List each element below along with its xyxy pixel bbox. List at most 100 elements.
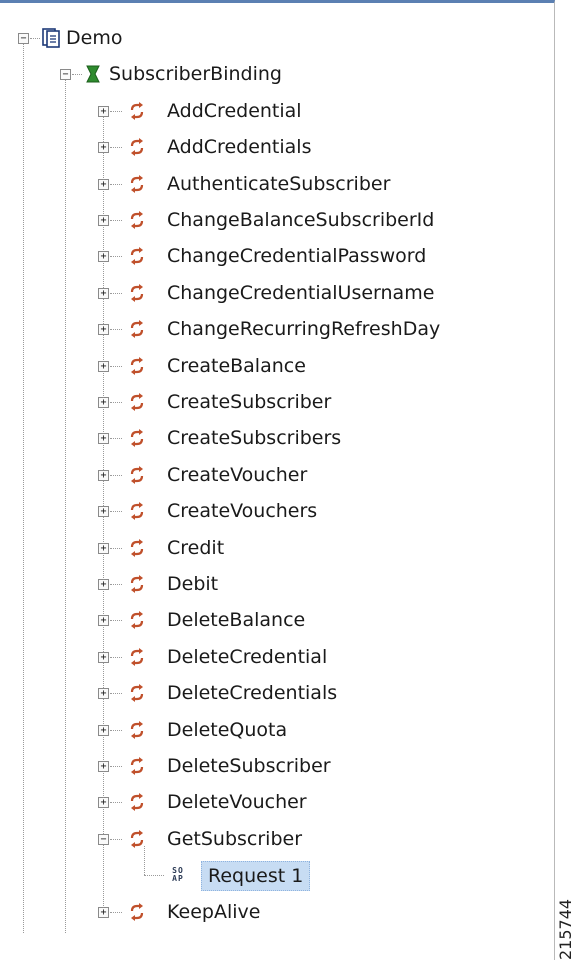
expand-toggle[interactable]: + [98,797,109,808]
tree-branch-line [110,730,122,731]
tree-branch-line [110,147,122,148]
tree-node-label: CreateBalance [167,355,306,377]
expand-toggle[interactable]: + [98,652,109,663]
tree-node-operation[interactable]: + CreateSubscribers [0,423,500,453]
tree-branch-line [110,366,122,367]
tree-branch-line [110,620,122,621]
tree-node-label: DeleteQuota [167,719,288,741]
tree-branch-line [110,293,122,294]
tree-node-label: ChangeCredentialUsername [167,282,435,304]
tree-node-operation[interactable]: + AuthenticateSubscriber [0,169,500,199]
collapse-toggle[interactable]: − [60,69,71,80]
tree-branch-line [110,475,122,476]
tree-node-request[interactable]: SO AP Request 1 [0,846,360,891]
expand-toggle[interactable]: + [98,543,109,554]
operation-arrows-icon [130,138,144,156]
tree-branch-line [110,657,122,658]
expand-toggle[interactable]: + [98,506,109,517]
tree-node-label: CreateVoucher [167,464,308,486]
collapse-toggle[interactable]: − [18,33,29,44]
tree-node-operation[interactable]: − GetSubscriber [0,824,500,854]
operation-arrows-icon [130,684,144,702]
operation-arrows-icon [130,793,144,811]
tree-node-operation[interactable]: + DeleteCredentials [0,678,500,708]
soapui-navigator-tree[interactable]: − Demo − SubscriberBinding + AddCredential + Ad… [0,0,555,960]
expand-toggle[interactable]: + [98,470,109,481]
operation-arrows-icon [130,320,144,338]
tree-node-label: ChangeCredentialPassword [167,245,427,267]
expand-toggle[interactable]: + [98,725,109,736]
tree-node-label: AddCredential [167,100,302,122]
operation-arrows-icon [130,611,144,629]
tree-branch-line [110,802,122,803]
tree-node-label: AddCredentials [167,136,312,158]
tree-node-label: Credit [167,537,225,559]
tree-node-label: ChangeBalanceSubscriberId [167,209,435,231]
tree-branch-line [110,912,122,913]
expand-toggle[interactable]: + [98,106,109,117]
collapse-toggle[interactable]: − [98,834,109,845]
tree-branch-line [144,875,164,876]
tree-node-operation[interactable]: + ChangeBalanceSubscriberId [0,205,500,235]
expand-toggle[interactable]: + [98,907,109,918]
tree-node-operation[interactable]: + DeleteQuota [0,715,500,745]
tree-node-operation[interactable]: + CreateVoucher [0,460,500,490]
operation-arrows-icon [130,466,144,484]
operation-arrows-icon [130,175,144,193]
tree-node-operation[interactable]: + AddCredentials [0,132,500,162]
tree-node-operation[interactable]: + ChangeRecurringRefreshDay [0,314,500,344]
expand-toggle[interactable]: + [98,579,109,590]
tree-node-operation[interactable]: + CreateVouchers [0,496,500,526]
tree-node-operation[interactable]: + ChangeCredentialUsername [0,278,500,308]
expand-toggle[interactable]: + [98,433,109,444]
tree-node-operation[interactable]: + ChangeCredentialPassword [0,241,500,271]
project-icon [42,28,60,48]
expand-toggle[interactable]: + [98,397,109,408]
tree-node-label: CreateVouchers [167,500,318,522]
tree-branch-line [110,220,122,221]
tree-node-label: AuthenticateSubscriber [167,173,391,195]
expand-toggle[interactable]: + [98,761,109,772]
tree-node-label: DeleteSubscriber [167,755,331,777]
tree-node-operation[interactable]: + CreateBalance [0,351,500,381]
tree-branch-line [110,548,122,549]
tree-branch-line [110,584,122,585]
tree-node-label: GetSubscriber [167,828,303,850]
tree-node-operation[interactable]: + Credit [0,533,500,563]
soap-icon-text-bottom: AP [172,874,184,883]
tree-node-project[interactable]: − Demo [0,23,300,53]
expand-toggle[interactable]: + [98,215,109,226]
operation-arrows-icon [130,429,144,447]
operation-arrows-icon [130,648,144,666]
tree-node-operation[interactable]: + AddCredential [0,96,500,126]
expand-toggle[interactable]: + [98,324,109,335]
tree-node-label: DeleteCredential [167,646,328,668]
tree-node-operation[interactable]: + Debit [0,569,500,599]
tree-node-label: ChangeRecurringRefreshDay [167,318,441,340]
tree-branch-line [110,511,122,512]
expand-toggle[interactable]: + [98,361,109,372]
tree-node-label: KeepAlive [167,901,261,923]
tree-node-operation[interactable]: + CreateSubscriber [0,387,500,417]
tree-node-interface[interactable]: − SubscriberBinding [0,59,380,89]
operation-arrows-icon [130,102,144,120]
tree-node-operation[interactable]: + DeleteBalance [0,605,500,635]
tree-node-operation[interactable]: + KeepAlive [0,897,400,927]
tree-branch-line [110,329,122,330]
expand-toggle[interactable]: + [98,142,109,153]
operation-arrows-icon [130,757,144,775]
tree-node-operation[interactable]: + DeleteCredential [0,642,500,672]
tree-node-label: CreateSubscriber [167,391,332,413]
tree-node-operation[interactable]: + DeleteVoucher [0,787,500,817]
tree-branch-line [72,74,82,75]
operation-arrows-icon [130,247,144,265]
expand-toggle[interactable]: + [98,251,109,262]
expand-toggle[interactable]: + [98,179,109,190]
expand-toggle[interactable]: + [98,688,109,699]
tree-branch-line [30,38,40,39]
tree-branch-line [110,766,122,767]
operation-arrows-icon [130,539,144,557]
expand-toggle[interactable]: + [98,615,109,626]
tree-node-operation[interactable]: + DeleteSubscriber [0,751,500,781]
expand-toggle[interactable]: + [98,288,109,299]
